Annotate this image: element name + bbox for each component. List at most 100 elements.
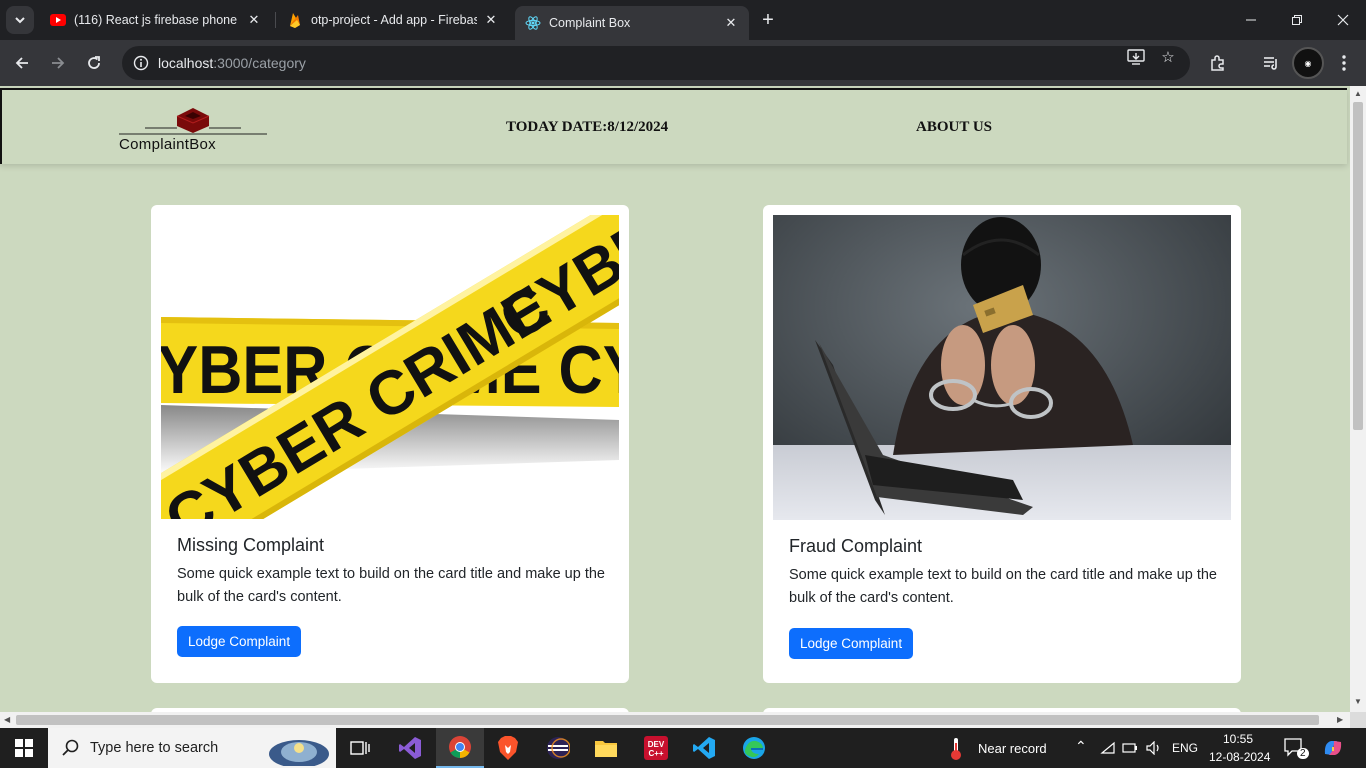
clock-date[interactable]: 12-08-2024 bbox=[1209, 750, 1270, 764]
fraud-complaint-card: Fraud Complaint Some quick example text … bbox=[763, 205, 1241, 683]
visual-studio-app[interactable] bbox=[386, 728, 434, 768]
notification-count: 2 bbox=[1297, 748, 1309, 759]
search-highlight-image bbox=[266, 730, 333, 766]
forward-button[interactable] bbox=[44, 49, 72, 77]
search-icon bbox=[62, 739, 79, 756]
taskbar-search-box[interactable]: Type here to search bbox=[48, 728, 336, 768]
horizontal-scrollbar[interactable]: ◀ ▶ bbox=[0, 712, 1350, 728]
dev-cpp-app[interactable]: DEV C++ bbox=[632, 728, 680, 768]
vscode-icon bbox=[693, 737, 715, 759]
reload-icon bbox=[88, 56, 100, 69]
lodge-complaint-button[interactable]: Lodge Complaint bbox=[789, 628, 914, 659]
start-button[interactable] bbox=[0, 728, 48, 768]
close-icon[interactable]: ✕ bbox=[483, 12, 499, 28]
scroll-up-arrow-icon[interactable]: ▲ bbox=[1354, 89, 1362, 98]
edge-icon bbox=[743, 737, 765, 759]
arrow-right-icon bbox=[52, 57, 65, 69]
scroll-down-arrow-icon[interactable]: ▼ bbox=[1354, 697, 1362, 706]
logo-text: ComplaintBox bbox=[119, 136, 216, 153]
tab-title: (116) React js firebase phone au bbox=[74, 13, 240, 27]
address-bar[interactable]: localhost:3000/category bbox=[122, 46, 1190, 80]
task-view-button[interactable] bbox=[336, 728, 384, 768]
card-title: Fraud Complaint bbox=[789, 536, 923, 556]
menu-icon[interactable] bbox=[1330, 49, 1358, 77]
folder-icon bbox=[595, 741, 617, 757]
clock-time[interactable]: 10:55 bbox=[1223, 732, 1253, 746]
handcuffed-fraudster-image bbox=[773, 215, 1231, 520]
restore-icon bbox=[1292, 15, 1302, 25]
dev-cpp-icon: DEVC++ bbox=[644, 736, 668, 760]
arrow-left-icon bbox=[15, 57, 28, 69]
battery-icon[interactable] bbox=[1122, 741, 1138, 755]
missing-complaint-card: YBER CRIME CYBER C CYBER CRIME CYBER CRI… bbox=[151, 205, 629, 683]
minimize-icon bbox=[1246, 19, 1256, 21]
tab-title: Complaint Box bbox=[549, 16, 631, 30]
brave-icon bbox=[498, 736, 518, 760]
cyber-crime-tape-image: YBER CRIME CYBER C CYBER CRIME CYBER CRI… bbox=[161, 215, 619, 519]
weather-text[interactable]: Near record bbox=[978, 741, 1047, 756]
chrome-icon bbox=[449, 736, 471, 758]
vscode-app[interactable] bbox=[680, 728, 728, 768]
chrome-app[interactable] bbox=[436, 728, 484, 768]
horizontal-scroll-thumb[interactable] bbox=[16, 715, 1319, 725]
tab-firebase[interactable]: otp-project - Add app - Firebas ✕ bbox=[277, 6, 509, 34]
about-us-link[interactable]: ABOUT US bbox=[916, 119, 992, 136]
site-navbar: ComplaintBox TODAY DATE:8/12/2024 ABOUT … bbox=[0, 88, 1347, 164]
eclipse-app[interactable] bbox=[534, 728, 582, 768]
lodge-complaint-button[interactable]: Lodge Complaint bbox=[177, 626, 302, 657]
back-button[interactable] bbox=[8, 49, 36, 77]
language-indicator[interactable]: ENG bbox=[1172, 741, 1198, 755]
brave-app[interactable] bbox=[484, 728, 532, 768]
card-text: Some quick example text to build on the … bbox=[177, 566, 605, 605]
card-title: Missing Complaint bbox=[177, 535, 325, 555]
visual-studio-icon bbox=[399, 737, 421, 759]
scrollbar-corner bbox=[1350, 712, 1366, 728]
card-text: Some quick example text to build on the … bbox=[789, 567, 1217, 606]
tab-search-button[interactable] bbox=[6, 6, 34, 34]
react-icon bbox=[525, 15, 541, 31]
page-viewport: ComplaintBox TODAY DATE:8/12/2024 ABOUT … bbox=[0, 86, 1350, 712]
tab-title: otp-project - Add app - Firebas bbox=[311, 13, 477, 27]
new-tab-button[interactable]: + bbox=[755, 6, 781, 34]
chevron-down-icon bbox=[15, 17, 25, 24]
complaintbox-logo[interactable]: ComplaintBox bbox=[117, 106, 269, 154]
vertical-scrollbar[interactable]: ▲ ▼ bbox=[1350, 86, 1366, 712]
speaker-icon[interactable] bbox=[1146, 741, 1162, 755]
browser-tab-strip: (116) React js firebase phone au ✕ otp-p… bbox=[0, 0, 1366, 40]
scroll-left-arrow-icon[interactable]: ◀ bbox=[4, 715, 10, 724]
youtube-icon bbox=[50, 12, 66, 28]
today-date: TODAY DATE:8/12/2024 bbox=[506, 119, 669, 135]
close-icon bbox=[1337, 14, 1349, 26]
extensions-icon[interactable] bbox=[1204, 49, 1232, 77]
thermometer-icon bbox=[951, 738, 961, 760]
svg-text:DEV: DEV bbox=[648, 740, 665, 749]
site-info-icon[interactable] bbox=[126, 55, 156, 71]
reload-button[interactable] bbox=[80, 49, 108, 77]
copilot-icon[interactable] bbox=[1322, 737, 1344, 759]
windows-taskbar: Type here to search DEV C++ Near record ⌃… bbox=[0, 728, 1366, 768]
close-window-button[interactable] bbox=[1320, 0, 1366, 40]
close-icon[interactable]: ✕ bbox=[246, 12, 262, 28]
tab-youtube[interactable]: (116) React js firebase phone au ✕ bbox=[40, 6, 272, 34]
minimize-button[interactable] bbox=[1228, 0, 1274, 40]
profile-avatar[interactable]: ◉ bbox=[1292, 47, 1324, 79]
vertical-scroll-thumb[interactable] bbox=[1353, 102, 1363, 430]
install-app-icon[interactable] bbox=[1126, 47, 1146, 67]
windows-icon bbox=[15, 739, 33, 757]
restore-button[interactable] bbox=[1274, 0, 1320, 40]
browser-toolbar: localhost:3000/category ☆ ◉ bbox=[0, 40, 1366, 86]
tab-complaint-box[interactable]: Complaint Box ✕ bbox=[515, 6, 749, 40]
scroll-right-arrow-icon[interactable]: ▶ bbox=[1337, 715, 1343, 724]
edge-app[interactable] bbox=[730, 728, 778, 768]
svg-text:C++: C++ bbox=[648, 749, 663, 758]
close-icon[interactable]: ✕ bbox=[723, 15, 739, 31]
media-control-icon[interactable] bbox=[1257, 49, 1285, 77]
url-text: localhost:3000/category bbox=[158, 55, 306, 71]
chevron-up-icon[interactable]: ⌃ bbox=[1075, 738, 1087, 755]
eclipse-icon bbox=[547, 737, 570, 759]
wifi-icon[interactable] bbox=[1100, 741, 1116, 755]
file-explorer-app[interactable] bbox=[582, 728, 630, 768]
bookmark-star-icon[interactable]: ☆ bbox=[1158, 47, 1178, 67]
search-placeholder: Type here to search bbox=[90, 740, 219, 756]
firebase-icon bbox=[287, 12, 303, 28]
